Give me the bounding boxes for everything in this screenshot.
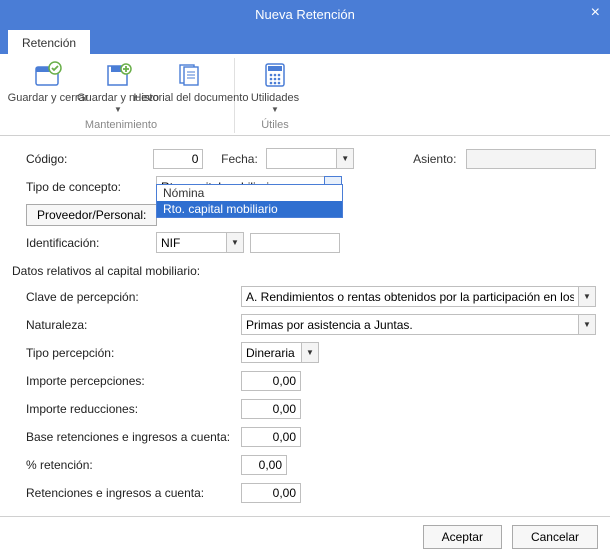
save-new-icon	[102, 60, 134, 90]
footer: Aceptar Cancelar	[0, 516, 610, 557]
identificacion-type-combo[interactable]: ▼	[156, 232, 244, 253]
ribbon-group-mantenimiento: Guardar y cerrar Guardar y nuevo ▼ Histo…	[8, 58, 235, 133]
form-body: Código: Fecha: ▼ Asiento: Tipo de concep…	[0, 136, 610, 516]
fecha-combo[interactable]: ▼	[266, 148, 354, 169]
importe-reducciones-input[interactable]	[241, 399, 301, 419]
asiento-label: Asiento:	[413, 152, 466, 166]
naturaleza-input[interactable]	[241, 314, 578, 335]
save-close-icon	[32, 60, 64, 90]
tabstrip: Retención	[0, 28, 610, 54]
chevron-down-icon[interactable]: ▼	[336, 148, 354, 169]
chevron-down-icon[interactable]: ▼	[226, 232, 244, 253]
calculator-icon	[259, 60, 291, 90]
tab-retencion[interactable]: Retención	[8, 28, 90, 54]
ret-label: Retenciones e ingresos a cuenta:	[26, 486, 241, 500]
identificacion-input[interactable]	[250, 233, 340, 253]
pct-input[interactable]	[241, 455, 287, 475]
window-title: Nueva Retención	[255, 7, 355, 22]
tipo-percepcion-label: Tipo percepción:	[26, 346, 241, 360]
asiento-input	[466, 149, 596, 169]
save-close-button[interactable]: Guardar y cerrar	[14, 58, 82, 117]
proveedor-button[interactable]: Proveedor/Personal:	[26, 204, 157, 226]
option-nomina[interactable]: Nómina	[157, 185, 342, 201]
base-label: Base retenciones e ingresos a cuenta:	[26, 430, 241, 444]
tipo-percepcion-input[interactable]	[241, 342, 301, 363]
titlebar: Nueva Retención ×	[0, 0, 610, 28]
chevron-down-icon: ▼	[271, 105, 279, 115]
importe-percepciones-input[interactable]	[241, 371, 301, 391]
clave-input[interactable]	[241, 286, 578, 307]
close-icon[interactable]: ×	[591, 4, 600, 22]
codigo-label: Código:	[26, 152, 153, 166]
naturaleza-combo[interactable]: ▼	[241, 314, 596, 335]
utilities-label: Utilidades	[210, 92, 340, 105]
tipo-concepto-dropdown[interactable]: Nómina Rto. capital mobiliario	[156, 184, 343, 218]
history-button[interactable]: Historial del documento	[154, 58, 228, 117]
group-mantenimiento-caption: Mantenimiento	[85, 119, 157, 133]
importe-percepciones-label: Importe percepciones:	[26, 374, 241, 388]
ret-input[interactable]	[241, 483, 301, 503]
pct-label: % retención:	[26, 458, 241, 472]
option-rto-capital[interactable]: Rto. capital mobiliario	[157, 201, 342, 217]
group-utiles-caption: Útiles	[261, 119, 289, 133]
fecha-label: Fecha:	[221, 152, 266, 166]
codigo-input[interactable]	[153, 149, 203, 169]
tipo-percepcion-combo[interactable]: ▼	[241, 342, 319, 363]
history-icon	[175, 60, 207, 90]
ribbon: Guardar y cerrar Guardar y nuevo ▼ Histo…	[0, 54, 610, 136]
section-title: Datos relativos al capital mobiliario:	[12, 264, 596, 278]
identificacion-type-input[interactable]	[156, 232, 226, 253]
clave-label: Clave de percepción:	[26, 290, 241, 304]
utilities-button[interactable]: Utilidades ▼	[241, 58, 309, 117]
ribbon-group-utiles: Utilidades ▼ Útiles	[235, 58, 315, 133]
naturaleza-label: Naturaleza:	[26, 318, 241, 332]
base-input[interactable]	[241, 427, 301, 447]
fecha-input[interactable]	[266, 148, 336, 169]
chevron-down-icon: ▼	[114, 105, 122, 115]
chevron-down-icon[interactable]: ▼	[301, 342, 319, 363]
chevron-down-icon[interactable]: ▼	[578, 286, 596, 307]
identificacion-label: Identificación:	[26, 236, 156, 250]
clave-combo[interactable]: ▼	[241, 286, 596, 307]
chevron-down-icon[interactable]: ▼	[578, 314, 596, 335]
save-new-button[interactable]: Guardar y nuevo ▼	[84, 58, 152, 117]
tipo-concepto-label: Tipo de concepto:	[26, 180, 156, 194]
importe-reducciones-label: Importe reducciones:	[26, 402, 241, 416]
